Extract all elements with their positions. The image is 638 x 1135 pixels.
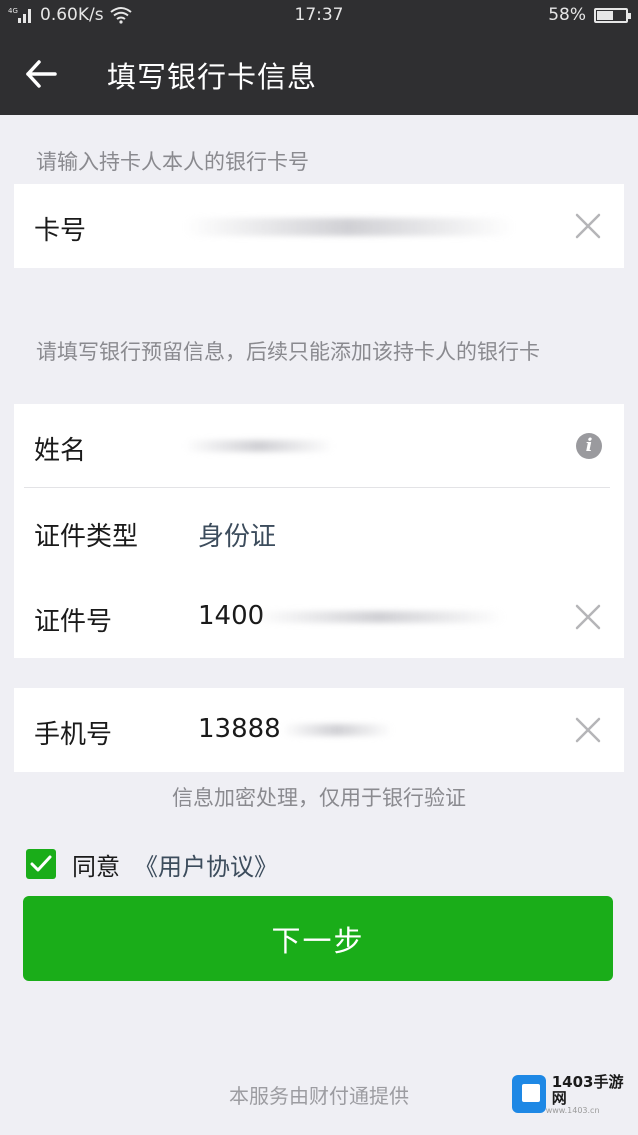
card-hint: 请输入持卡人本人的银行卡号 bbox=[36, 150, 309, 174]
name-label: 姓名 bbox=[34, 436, 87, 466]
agree-label: 同意 bbox=[72, 852, 120, 881]
battery-percent: 58% bbox=[548, 5, 586, 25]
id-type-select[interactable]: 身份证 bbox=[198, 516, 276, 553]
id-number-label: 证件号 bbox=[34, 607, 113, 637]
agreement-row: 同意 《用户协议》 bbox=[26, 847, 278, 882]
arrow-left-icon bbox=[26, 60, 57, 88]
clear-icon[interactable] bbox=[572, 210, 604, 242]
card-number-card: 卡号 bbox=[14, 184, 624, 268]
card-number-row[interactable]: 卡号 bbox=[14, 184, 624, 270]
id-type-row[interactable]: 证件类型 身份证 bbox=[14, 490, 624, 576]
id-type-label: 证件类型 bbox=[34, 522, 139, 552]
nav-bar: 填写银行卡信息 bbox=[0, 32, 638, 115]
card-number-input[interactable] bbox=[184, 218, 514, 236]
watermark-brand: 1403手游网 bbox=[551, 1072, 624, 1107]
page-title: 填写银行卡信息 bbox=[107, 60, 318, 94]
watermark-url: www.1403.cn bbox=[545, 1105, 600, 1115]
card-number-label: 卡号 bbox=[34, 216, 87, 246]
status-right: 58% bbox=[548, 5, 631, 25]
back-button[interactable] bbox=[22, 54, 62, 94]
watermark-text: 1403手游网 www.1403.cn bbox=[546, 1074, 628, 1115]
clear-icon[interactable] bbox=[572, 714, 604, 746]
battery-icon bbox=[594, 7, 631, 23]
agree-checkbox[interactable] bbox=[26, 849, 56, 879]
watermark-logo: 1403手游网 www.1403.cn bbox=[512, 1072, 628, 1116]
phone-input[interactable]: 13888 bbox=[198, 714, 281, 744]
info-icon[interactable]: i bbox=[576, 433, 602, 459]
clear-icon[interactable] bbox=[572, 601, 604, 633]
divider bbox=[24, 487, 610, 488]
battery-fill bbox=[597, 10, 613, 20]
clock: 17:37 bbox=[294, 5, 344, 25]
phone-label: 手机号 bbox=[34, 720, 113, 750]
check-icon bbox=[30, 855, 52, 872]
status-bar: 4G 0.60K/s 17:37 58% bbox=[0, 0, 638, 32]
holder-info-card: 姓名 i 证件类型 身份证 证件号 1400 bbox=[14, 404, 624, 658]
next-button[interactable]: 下一步 bbox=[23, 896, 613, 981]
phone-mask bbox=[282, 724, 392, 736]
encrypt-note: 信息加密处理，仅用于银行验证 bbox=[172, 786, 466, 810]
phone-row[interactable]: 手机号 13888 bbox=[14, 688, 624, 774]
cube-icon bbox=[512, 1075, 546, 1113]
info-hint: 请填写银行预留信息，后续只能添加该持卡人的银行卡 bbox=[36, 340, 540, 364]
id-number-row[interactable]: 证件号 1400 bbox=[14, 575, 624, 661]
user-agreement-link[interactable]: 《用户协议》 bbox=[134, 847, 278, 882]
id-number-mask bbox=[254, 611, 504, 623]
name-row[interactable]: 姓名 i bbox=[14, 404, 624, 490]
phone-card: 手机号 13888 bbox=[14, 688, 624, 772]
name-input[interactable] bbox=[184, 440, 334, 452]
